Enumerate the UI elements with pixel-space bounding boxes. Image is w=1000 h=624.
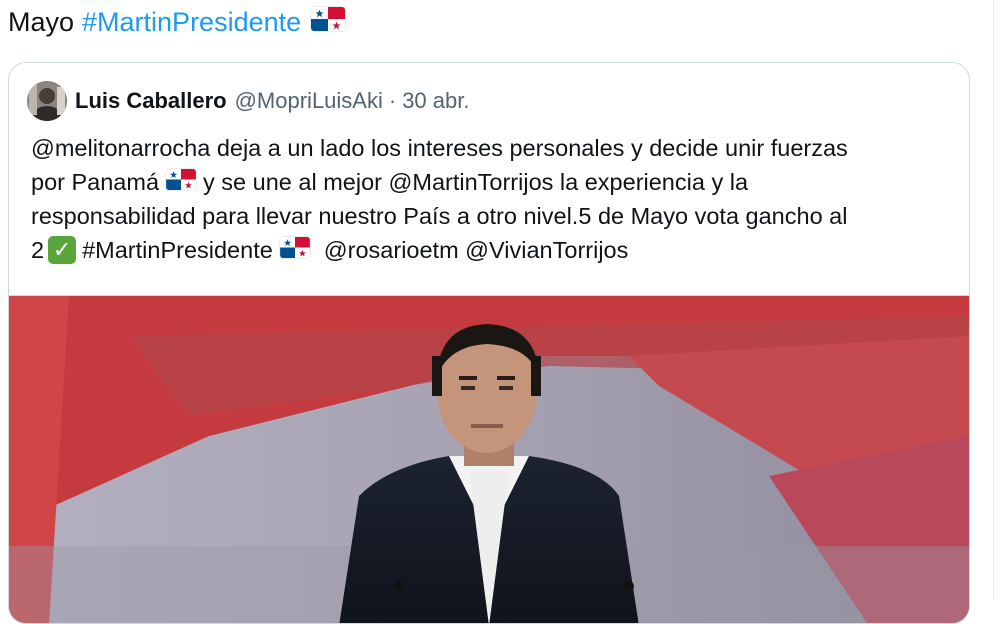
panama-flag-icon xyxy=(279,233,310,267)
text-line: responsabilidad para llevar nuestro País… xyxy=(31,199,961,233)
text-line-3: responsabilidad para llevar nuestro País… xyxy=(31,203,848,229)
text-line: por Panamá y se une al mejor @MartinTorr… xyxy=(31,165,961,199)
separator-dot: · xyxy=(388,88,397,113)
panama-flag-icon xyxy=(166,165,196,199)
quoted-tweet-card[interactable]: Luis Caballero @MopriLuisAki · 30 abr. @… xyxy=(8,62,970,624)
author-handle[interactable]: @MopriLuisAki xyxy=(235,88,383,114)
quoted-tweet-text: @melitonarrocha deja a un lado los inter… xyxy=(31,131,961,267)
author-name[interactable]: Luis Caballero xyxy=(75,88,227,114)
tweet-date[interactable]: 30 abr. xyxy=(402,88,469,114)
text-line-4a: 2 xyxy=(31,237,45,263)
column-divider xyxy=(993,0,994,600)
text-line-4c: @rosarioetm @VivianTorrijos xyxy=(323,237,629,263)
tweet-text-prefix: Mayo xyxy=(8,7,75,37)
text-line-2a: por Panamá xyxy=(31,169,160,195)
avatar[interactable] xyxy=(27,81,67,121)
text-line: 2 ✓ #MartinPresidente @rosarioetm @Vivia… xyxy=(31,233,961,267)
tweet-text-tail: Mayo #MartinPresidente xyxy=(8,2,346,42)
text-line-4b: #MartinPresidente xyxy=(82,237,273,263)
hashtag-link[interactable]: #MartinPresidente xyxy=(82,2,301,42)
video-thumbnail[interactable] xyxy=(9,295,969,623)
panama-flag-icon xyxy=(311,2,346,42)
check-mark-icon: ✓ xyxy=(48,236,77,264)
quoted-tweet-header: Luis Caballero @MopriLuisAki · 30 abr. xyxy=(27,79,469,123)
text-line: @melitonarrocha deja a un lado los inter… xyxy=(31,131,961,165)
text-line-1: @melitonarrocha deja a un lado los inter… xyxy=(31,135,848,161)
text-line-2b: y se une al mejor @MartinTorrijos la exp… xyxy=(203,169,749,195)
